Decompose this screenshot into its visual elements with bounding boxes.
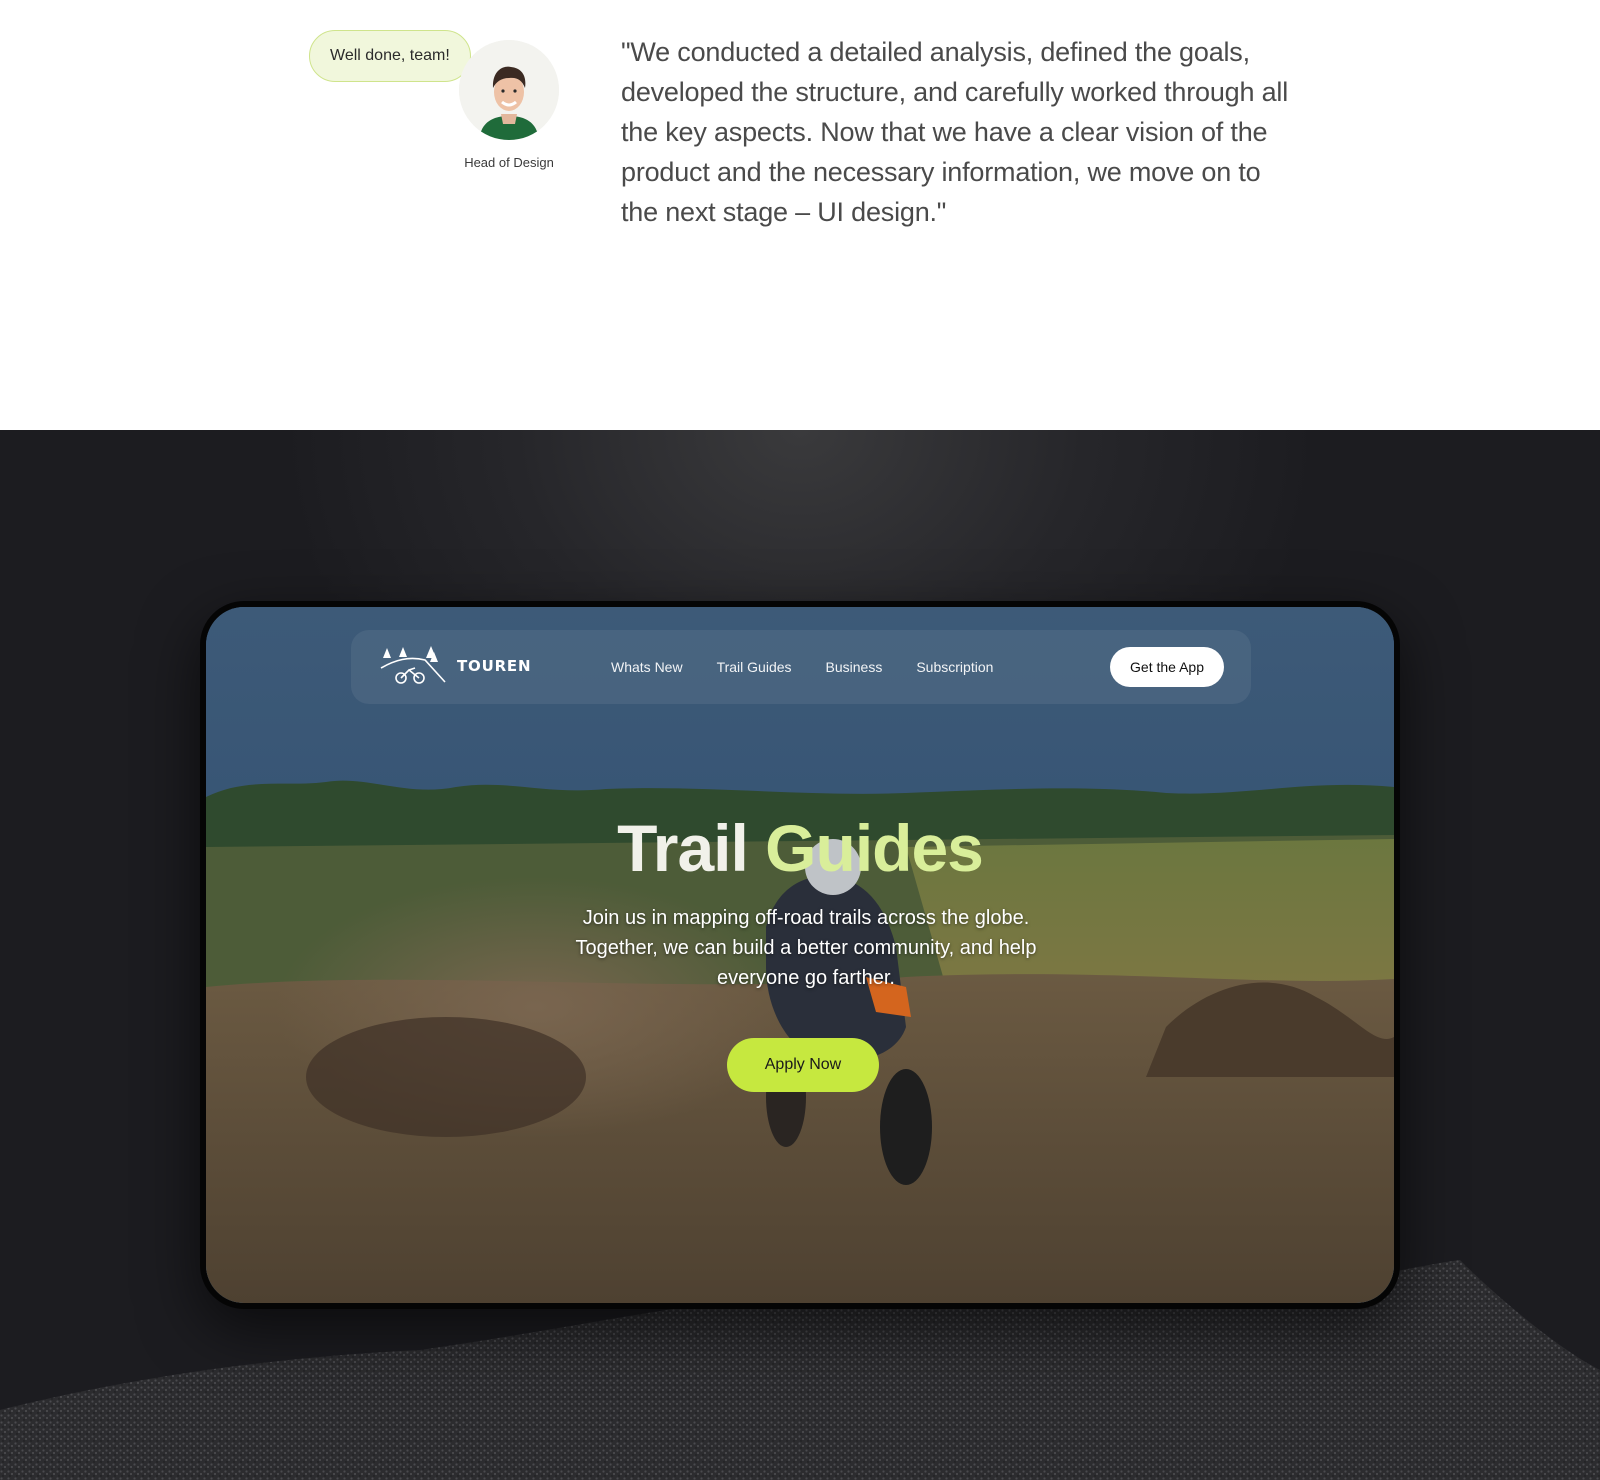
testimonial-section: Well done, team! Head of Design "We cond… [0, 0, 1600, 430]
hero-title: Trail Guides [206, 812, 1394, 884]
nav-subscription[interactable]: Subscription [916, 659, 993, 675]
speech-bubble: Well done, team! [309, 30, 471, 82]
brand-name: TOUREN [457, 657, 532, 675]
get-the-app-button[interactable]: Get the App [1110, 647, 1224, 687]
brand-logo[interactable]: TOUREN [379, 644, 531, 688]
website-screen: TOUREN Whats New Trail Guides Business S… [206, 607, 1394, 1303]
bubble-text: Well done, team! [330, 47, 450, 64]
testimonial-quote: "We conducted a detailed analysis, defin… [621, 37, 1289, 227]
apply-now-button[interactable]: Apply Now [727, 1038, 879, 1092]
author-role: Head of Design [464, 155, 554, 170]
avatar [459, 40, 559, 140]
hero-title-part1: Trail [617, 811, 766, 885]
hero-title-part2: Guides [765, 811, 984, 885]
trees-motorbike-logo-icon [380, 646, 446, 684]
laptop-screen-frame: TOUREN Whats New Trail Guides Business S… [200, 601, 1400, 1309]
nav-trail-guides[interactable]: Trail Guides [717, 659, 792, 675]
hero-subtitle: Join us in mapping off-road trails acros… [575, 907, 1037, 989]
nav-business[interactable]: Business [826, 659, 883, 675]
site-navbar: TOUREN Whats New Trail Guides Business S… [351, 630, 1251, 704]
person-avatar-icon [459, 40, 559, 140]
website-showcase: TOUREN Whats New Trail Guides Business S… [0, 430, 1600, 1480]
nav-whats-new[interactable]: Whats New [611, 659, 683, 675]
main-nav: Whats New Trail Guides Business Subscrip… [611, 630, 993, 704]
